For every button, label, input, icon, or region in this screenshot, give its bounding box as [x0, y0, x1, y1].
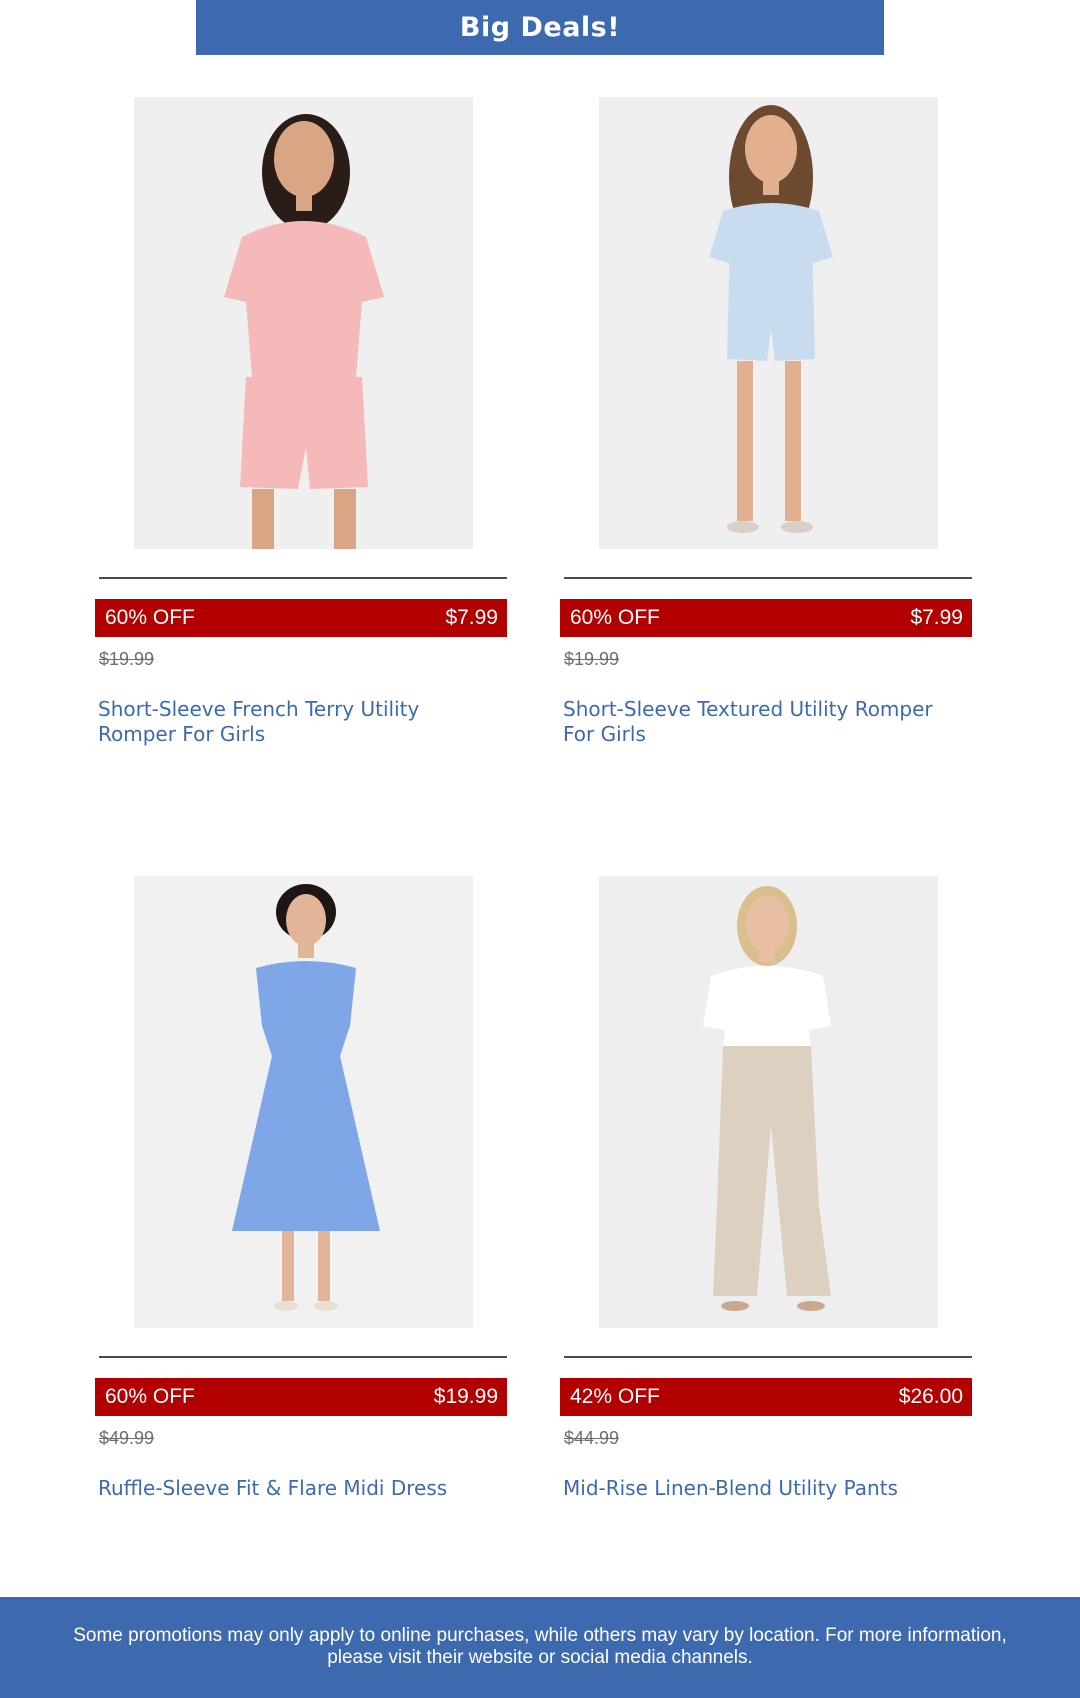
product-name-link[interactable]: Ruffle-Sleeve Fit & Flare Midi Dress — [98, 1476, 503, 1501]
product-photo-icon — [134, 97, 473, 549]
divider — [564, 1356, 972, 1358]
product-name-link[interactable]: Short-Sleeve Textured Utility Romper For… — [563, 697, 968, 747]
price-bar: 60% OFF $19.99 — [95, 1378, 507, 1416]
sale-price: $7.99 — [910, 606, 963, 629]
big-deals-banner: Big Deals! — [196, 0, 884, 55]
banner-title: Big Deals! — [459, 12, 621, 43]
product-image[interactable] — [134, 97, 473, 549]
footer-disclaimer: Some promotions may only apply to online… — [0, 1597, 1080, 1698]
product-image[interactable] — [599, 876, 938, 1328]
product-image[interactable] — [599, 97, 938, 549]
price-bar: 60% OFF $7.99 — [95, 599, 507, 637]
product-name-link[interactable]: Mid-Rise Linen-Blend Utility Pants — [563, 1476, 968, 1501]
original-price: $44.99 — [564, 1428, 620, 1448]
divider — [99, 577, 507, 579]
sale-price: $19.99 — [433, 1385, 498, 1408]
divider — [99, 1356, 507, 1358]
disclaimer-text: Some promotions may only apply to online… — [73, 1625, 1007, 1668]
product-photo-icon — [599, 876, 938, 1328]
original-price: $49.99 — [99, 1428, 155, 1448]
product-image[interactable] — [134, 876, 473, 1328]
original-price: $19.99 — [99, 649, 155, 669]
price-bar: 42% OFF $26.00 — [560, 1378, 972, 1416]
discount-label: 60% OFF — [105, 606, 195, 629]
product-name-link[interactable]: Short-Sleeve French Terry Utility Romper… — [98, 697, 503, 747]
divider — [564, 577, 972, 579]
discount-label: 42% OFF — [570, 1385, 660, 1408]
original-price: $19.99 — [564, 649, 620, 669]
discount-label: 60% OFF — [105, 1385, 195, 1408]
sale-price: $26.00 — [898, 1385, 963, 1408]
product-photo-icon — [599, 97, 938, 549]
product-photo-icon — [134, 876, 473, 1328]
price-bar: 60% OFF $7.99 — [560, 599, 972, 637]
sale-price: $7.99 — [445, 606, 498, 629]
discount-label: 60% OFF — [570, 606, 660, 629]
